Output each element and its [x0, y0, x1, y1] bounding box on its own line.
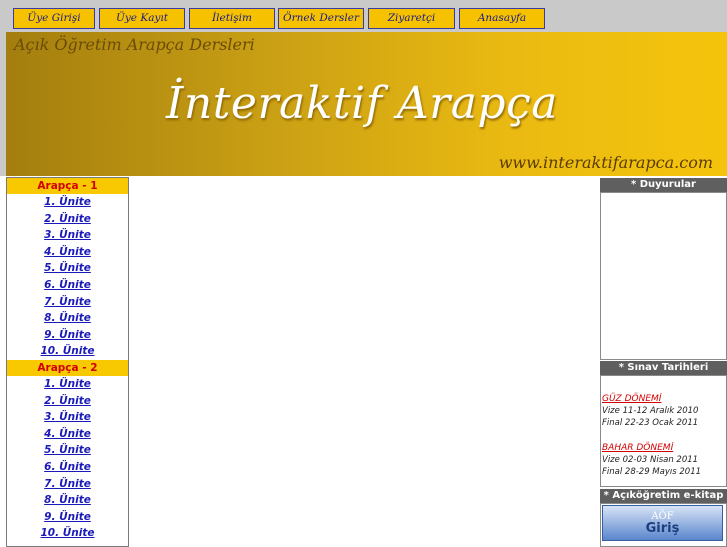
aof-giris-label: Giriş	[645, 521, 680, 536]
section-header-arapca-1: Arapça - 1	[7, 178, 128, 194]
unit-link[interactable]: 2. Ünite	[7, 211, 128, 228]
unit-link[interactable]: 7. Ünite	[7, 476, 128, 493]
unit-link[interactable]: 1. Ünite	[7, 194, 128, 211]
banner-url: www.interaktifarapca.com	[498, 153, 713, 172]
banner-subtitle: Açık Öğretim Arapça Dersleri	[14, 35, 255, 54]
unit-link[interactable]: 6. Ünite	[7, 277, 128, 294]
unit-link[interactable]: 9. Ünite	[7, 327, 128, 344]
bahar-vize-text: Vize 02-03 Nisan 2011	[602, 455, 699, 465]
unit-link[interactable]: 5. Ünite	[7, 442, 128, 459]
bahar-final-text: Final 28-29 Mayıs 2011	[602, 467, 702, 477]
nav-anasayfa-button[interactable]: Anasayfa	[459, 8, 545, 29]
nav-ziyaretci-defteri-button[interactable]: Ziyaretçi Defteri	[368, 8, 455, 43]
left-menu: Arapça - 1 1. Ünite 2. Ünite 3. Ünite 4.…	[6, 177, 129, 547]
bahar-donemi-link[interactable]: BAHAR DÖNEMİ	[602, 442, 726, 454]
guz-vize-text: Vize 11-12 Aralık 2010	[602, 406, 699, 416]
nav-ornek-dersler-button[interactable]: Örnek Dersler	[278, 8, 364, 29]
sinav-tarihleri-box: GÜZ DÖNEMİ Vize 11-12 Aralık 2010 Final …	[600, 375, 727, 487]
unit-link[interactable]: 4. Ünite	[7, 244, 128, 261]
unit-link[interactable]: 2. Ünite	[7, 393, 128, 410]
unit-link[interactable]: 8. Ünite	[7, 492, 128, 509]
unit-link[interactable]: 7. Ünite	[7, 294, 128, 311]
duyurular-box	[600, 192, 727, 360]
unit-link[interactable]: 8. Ünite	[7, 310, 128, 327]
unit-link[interactable]: 4. Ünite	[7, 426, 128, 443]
sinav-tarihleri-header: * Sınav Tarihleri	[600, 361, 727, 375]
aof-giris-button[interactable]: AÖF Giriş	[602, 505, 723, 541]
nav-uye-kayit-button[interactable]: Üye Kayıt	[99, 8, 185, 29]
banner-title: İnteraktif Arapça	[166, 78, 558, 129]
unit-link[interactable]: 5. Ünite	[7, 260, 128, 277]
section-header-arapca-2: Arapça - 2	[7, 359, 128, 376]
unit-link[interactable]: 3. Ünite	[7, 227, 128, 244]
ekitap-header: * Açıköğretim e-kitap	[600, 489, 727, 503]
unit-link[interactable]: 3. Ünite	[7, 409, 128, 426]
unit-link[interactable]: 1. Ünite	[7, 376, 128, 393]
header-banner: Açık Öğretim Arapça Dersleri İnteraktif …	[6, 32, 727, 176]
top-nav-bar: Üye Girişi Üye Kayıt İletişim Örnek Ders…	[0, 0, 727, 43]
unit-link[interactable]: 10. Ünite	[7, 343, 128, 360]
guz-donemi-link[interactable]: GÜZ DÖNEMİ	[602, 393, 726, 405]
unit-link[interactable]: 6. Ünite	[7, 459, 128, 476]
nav-uye-girisi-button[interactable]: Üye Girişi	[13, 8, 95, 29]
guz-final-text: Final 22-23 Ocak 2011	[602, 418, 699, 428]
duyurular-header: * Duyurular	[600, 178, 727, 192]
nav-iletisim-button[interactable]: İletişim	[189, 8, 275, 29]
unit-link[interactable]: 9. Ünite	[7, 509, 128, 526]
unit-link[interactable]: 10. Ünite	[7, 525, 128, 542]
